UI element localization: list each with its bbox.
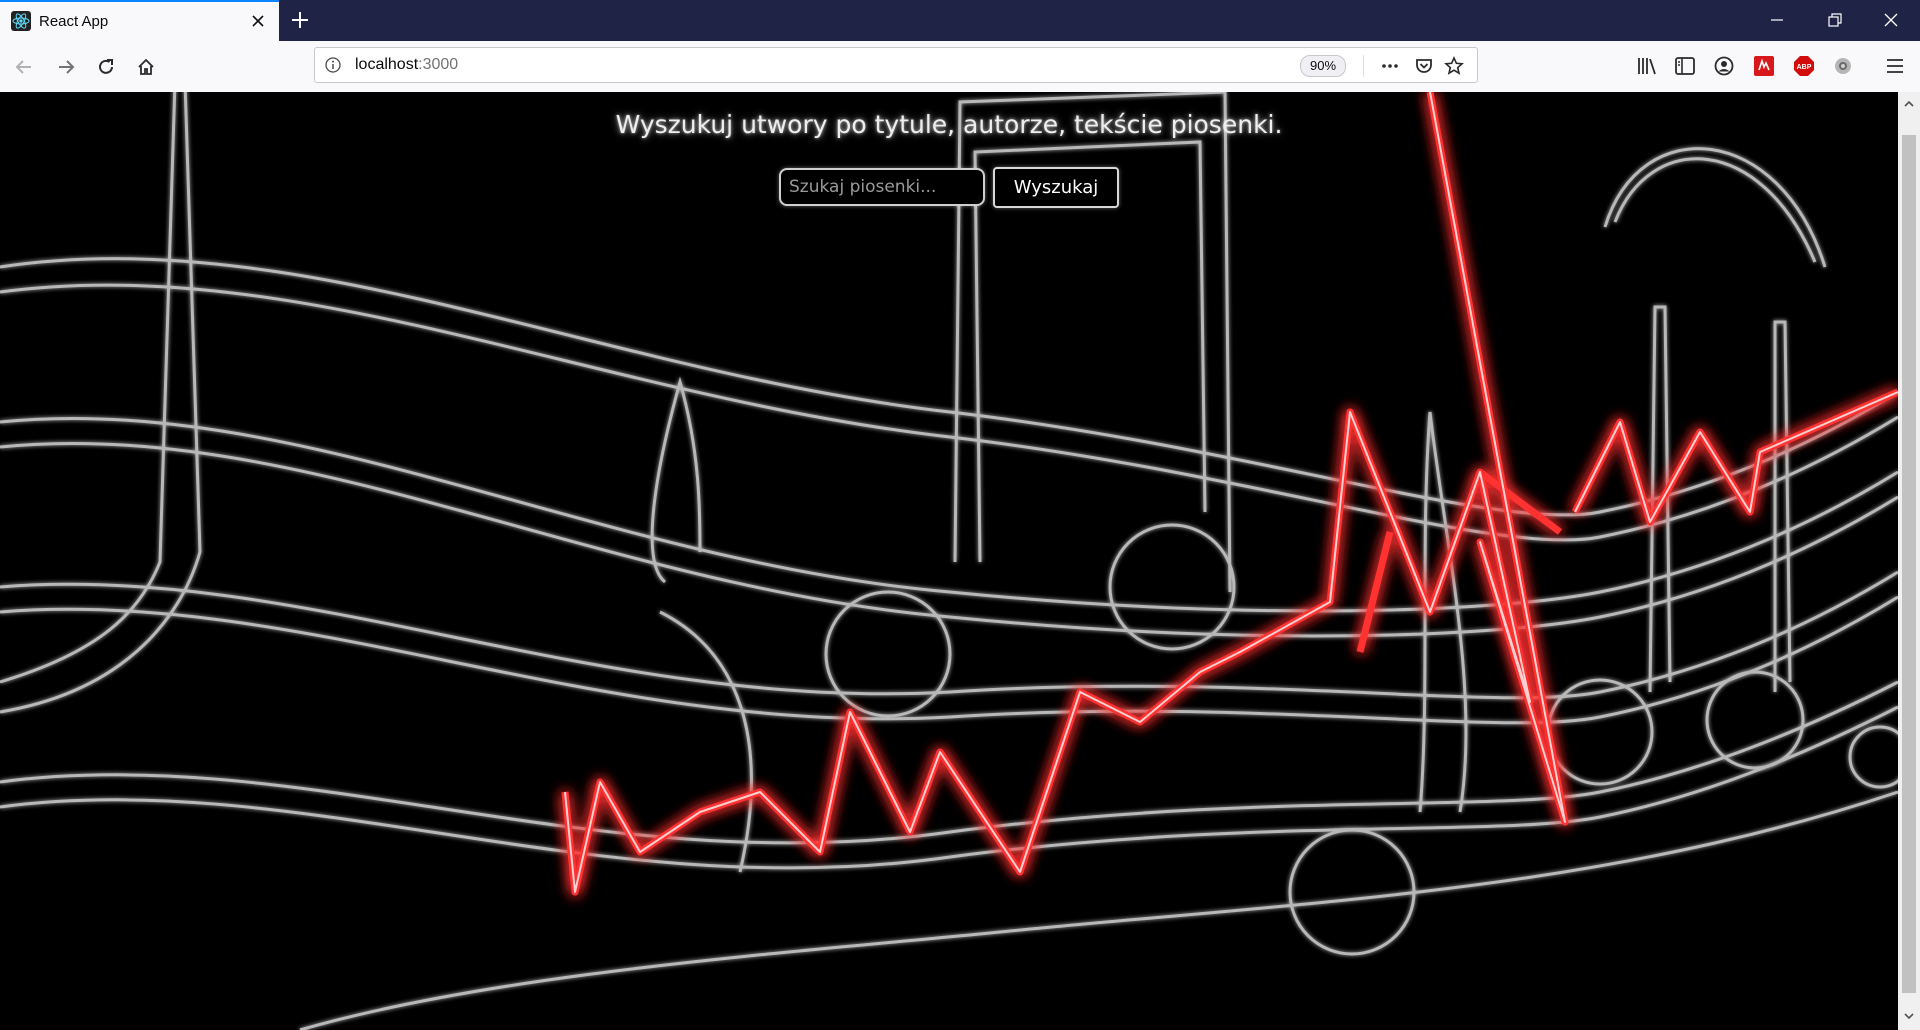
library-icon[interactable] — [1636, 55, 1658, 77]
home-icon — [138, 58, 154, 75]
forward-arrow-icon — [59, 60, 75, 74]
reload-icon — [99, 59, 113, 74]
close-window-icon[interactable] — [1882, 11, 1900, 29]
reload-button[interactable] — [90, 51, 122, 83]
back-button[interactable] — [8, 51, 40, 83]
close-tab-icon[interactable] — [250, 13, 266, 29]
adblock-plus-icon[interactable]: ABP — [1793, 55, 1815, 77]
scroll-up-arrow-icon[interactable] — [1903, 98, 1915, 110]
account-icon[interactable] — [1713, 55, 1735, 77]
forward-button[interactable] — [50, 51, 82, 83]
vertical-scrollbar[interactable] — [1898, 92, 1920, 1030]
extension-red-icon[interactable] — [1753, 55, 1775, 77]
neon-heartbeat-core — [564, 92, 1898, 893]
info-icon[interactable] — [325, 57, 341, 73]
bookmark-star-icon[interactable] — [1444, 56, 1464, 76]
home-button[interactable] — [130, 51, 162, 83]
extension-gear-icon[interactable] — [1832, 55, 1854, 77]
minimize-icon[interactable] — [1768, 11, 1786, 29]
scroll-down-arrow-icon[interactable] — [1903, 1010, 1915, 1022]
music-notes — [650, 92, 1898, 956]
url-host: localhost — [355, 56, 419, 73]
react-favicon-icon — [11, 11, 31, 31]
zoom-level-badge[interactable]: 90% — [1300, 55, 1347, 77]
music-background-image — [0, 92, 1898, 1030]
sidebar-icon[interactable] — [1674, 55, 1696, 77]
back-arrow-icon — [15, 60, 31, 74]
navigation-toolbar: localhost:3000 90% ABP — [0, 41, 1920, 93]
tab-title: React App — [39, 13, 109, 30]
url-text[interactable]: localhost:3000 — [355, 56, 458, 74]
page-heading: Wyszukuj utwory po tytule, autorze, tekś… — [615, 110, 1283, 139]
tab-strip: React App — [0, 0, 1920, 41]
restore-icon[interactable] — [1826, 11, 1844, 29]
scrollbar-thumb[interactable] — [1902, 135, 1916, 993]
pocket-icon[interactable] — [1414, 56, 1434, 76]
url-port: :3000 — [418, 56, 459, 73]
hamburger-menu-icon[interactable] — [1884, 55, 1906, 77]
search-button[interactable]: Wyszukaj — [993, 167, 1119, 208]
page-actions-menu-icon[interactable] — [1380, 56, 1400, 76]
page-viewport: Wyszukuj utwory po tytule, autorze, tekś… — [0, 92, 1898, 1030]
address-bar[interactable]: localhost:3000 90% — [314, 47, 1478, 83]
new-tab-icon[interactable] — [290, 10, 310, 30]
svg-text:ABP: ABP — [1797, 64, 1812, 71]
music-staff-lines — [0, 92, 1898, 1030]
url-divider — [1363, 55, 1364, 77]
song-search-input[interactable] — [779, 168, 985, 206]
tab-react-app[interactable]: React App — [0, 0, 279, 41]
neon-heartbeat-line — [561, 92, 1898, 896]
